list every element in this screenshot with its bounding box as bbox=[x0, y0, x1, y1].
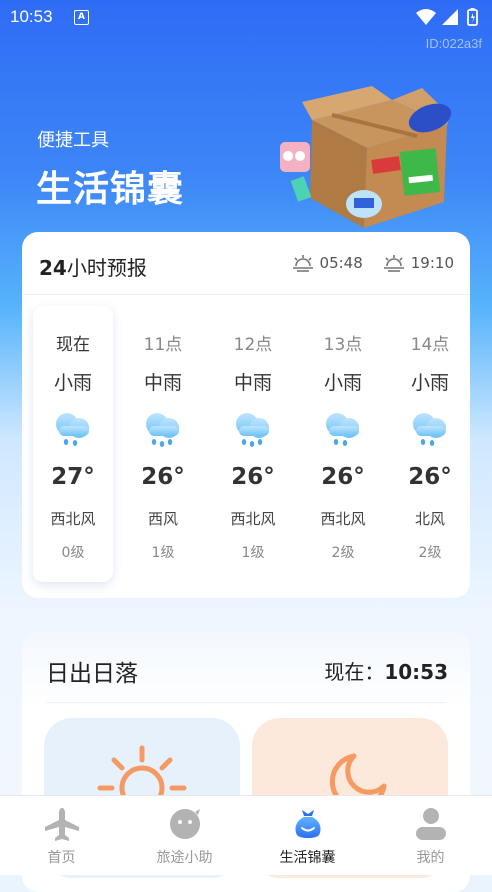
hour-temp: 26° bbox=[321, 464, 365, 490]
hour-time: 12点 bbox=[233, 335, 273, 355]
sunset-time: 19:10 bbox=[410, 254, 454, 272]
sun-times: 05:48 19:10 bbox=[292, 254, 454, 272]
hour-item[interactable]: 11点 中雨 26° 西风 1级 bbox=[123, 306, 203, 582]
wifi-icon bbox=[416, 9, 436, 25]
notification-badge: A bbox=[74, 10, 89, 25]
hour-item-now[interactable]: 现在 小雨 27° 西北风 0级 bbox=[33, 306, 113, 582]
battery-icon bbox=[467, 8, 478, 26]
rain-cloud-icon bbox=[233, 408, 273, 452]
rain-cloud-icon bbox=[323, 408, 363, 452]
nav-label: 生活锦囊 bbox=[279, 850, 336, 866]
hour-wind: 西北风 bbox=[50, 510, 96, 528]
rain-cloud-icon bbox=[410, 408, 450, 452]
hour-condition: 小雨 bbox=[323, 372, 362, 394]
hour-temp: 26° bbox=[141, 464, 185, 490]
airplane-icon bbox=[45, 808, 79, 841]
nav-item-profile[interactable]: 我的 bbox=[369, 796, 492, 875]
status-bar: 10:53 A bbox=[0, 0, 492, 34]
status-time: 10:53 bbox=[10, 7, 53, 26]
hour-wind-level: 0级 bbox=[61, 545, 85, 561]
hour-time: 11点 bbox=[143, 335, 183, 355]
hour-wind-level: 1级 bbox=[241, 545, 265, 561]
signal-icon bbox=[442, 9, 458, 25]
sun-card-title: 日出日落 bbox=[46, 661, 138, 687]
rain-cloud-icon bbox=[53, 408, 93, 452]
nav-label: 旅途小助 bbox=[156, 850, 213, 866]
nav-label: 首页 bbox=[47, 850, 76, 866]
hour-wind: 西北风 bbox=[320, 510, 366, 528]
bag-icon bbox=[295, 810, 321, 838]
page-subtitle: 便捷工具 bbox=[37, 130, 109, 151]
hour-wind-level: 2级 bbox=[418, 545, 442, 561]
hour-wind: 北风 bbox=[414, 510, 445, 528]
forecast-card: 24小时预报 05:48 19:10 现在 小雨 27° 西北风 0级 11点 … bbox=[22, 232, 470, 598]
hour-temp: 26° bbox=[408, 464, 452, 490]
nav-item-life-tips[interactable]: 生活锦囊 bbox=[246, 796, 369, 875]
nav-item-assistant[interactable]: 旅途小助 bbox=[123, 796, 246, 875]
nav-item-home[interactable]: 首页 bbox=[0, 796, 123, 875]
bottom-nav: 首页 旅途小助 生活锦囊 我的 bbox=[0, 795, 492, 875]
user-icon bbox=[416, 808, 446, 840]
sunrise-icon bbox=[292, 255, 313, 272]
divider bbox=[46, 702, 446, 703]
hour-item[interactable]: 13点 小雨 26° 西北风 2级 bbox=[303, 306, 383, 582]
device-id: ID:022a3f bbox=[425, 36, 482, 51]
status-icons bbox=[414, 7, 484, 31]
hour-item[interactable]: 12点 中雨 26° 西北风 1级 bbox=[213, 306, 293, 582]
nav-label: 我的 bbox=[416, 850, 445, 866]
hour-wind-level: 2级 bbox=[331, 545, 355, 561]
hour-condition: 中雨 bbox=[143, 372, 182, 394]
hour-item[interactable]: 14点 小雨 26° 北风 2级 bbox=[390, 306, 470, 582]
hour-condition: 小雨 bbox=[410, 372, 449, 394]
hour-temp: 27° bbox=[51, 464, 95, 490]
sunset-icon bbox=[383, 255, 404, 272]
sunrise-time: 05:48 bbox=[319, 254, 363, 272]
hour-wind-level: 1级 bbox=[151, 545, 175, 561]
forecast-title: 24小时预报 bbox=[39, 256, 147, 280]
page-title: 生活锦囊 bbox=[36, 169, 185, 210]
divider bbox=[22, 294, 470, 295]
assistant-icon bbox=[170, 809, 200, 839]
hour-time: 13点 bbox=[323, 335, 363, 355]
rain-cloud-icon bbox=[143, 408, 183, 452]
current-time: 现在：10:53 bbox=[324, 660, 448, 684]
hour-time: 现在 bbox=[56, 335, 90, 355]
hour-wind: 西风 bbox=[147, 510, 178, 528]
hour-temp: 26° bbox=[231, 464, 275, 490]
hour-wind: 西北风 bbox=[230, 510, 276, 528]
hour-time: 14点 bbox=[410, 335, 450, 355]
hour-condition: 小雨 bbox=[53, 372, 92, 394]
hour-condition: 中雨 bbox=[233, 372, 272, 394]
cardboard-box-illustration bbox=[272, 80, 452, 234]
